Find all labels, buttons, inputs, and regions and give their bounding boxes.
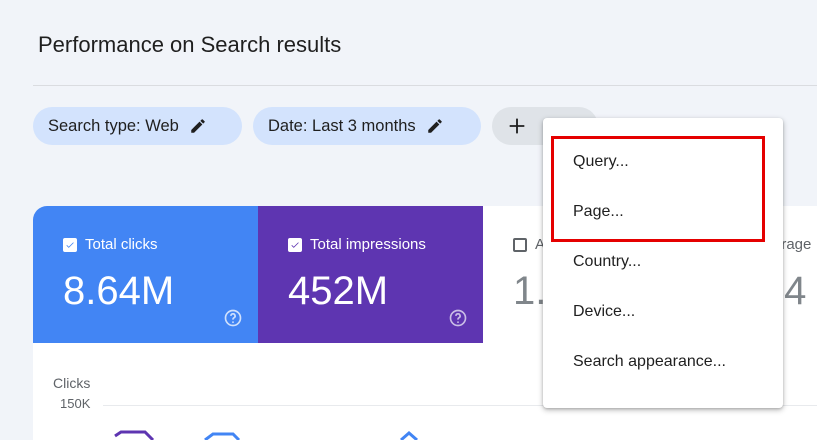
page-title: Performance on Search results: [38, 32, 342, 57]
menu-item-country[interactable]: Country...: [543, 237, 783, 287]
impressions-series-line: [114, 430, 155, 440]
add-filter-menu: Query... Page... Country... Device... Se…: [543, 118, 783, 408]
help-icon[interactable]: [223, 308, 243, 328]
checkbox-checked-icon[interactable]: [288, 237, 302, 252]
total-clicks-value: 8.64M: [63, 269, 175, 313]
header-divider: [33, 85, 817, 86]
pencil-icon[interactable]: [189, 117, 207, 135]
total-impressions-metric[interactable]: Total impressions 452M: [258, 206, 483, 343]
total-clicks-header: Total clicks: [63, 236, 158, 253]
date-filter-chip[interactable]: Date: Last 3 months: [253, 107, 481, 145]
total-clicks-label: Total clicks: [85, 236, 158, 253]
clicks-series-line: [204, 432, 241, 440]
total-clicks-metric[interactable]: Total clicks 8.64M: [33, 206, 258, 343]
checkbox-unchecked-icon[interactable]: [513, 237, 527, 252]
pencil-icon[interactable]: [426, 117, 444, 135]
date-chip-label: Date: Last 3 months: [268, 116, 416, 135]
plus-icon: [506, 115, 528, 137]
search-type-chip-label: Search type: Web: [48, 116, 179, 135]
checkbox-checked-icon[interactable]: [63, 237, 77, 252]
menu-item-query[interactable]: Query...: [543, 137, 783, 187]
chart-lines: [114, 430, 418, 440]
average-ctr-header: A: [513, 236, 545, 253]
chart-y-axis-label: Clicks: [53, 375, 91, 391]
menu-item-page[interactable]: Page...: [543, 187, 783, 237]
search-type-filter-chip[interactable]: Search type: Web: [33, 107, 242, 145]
clicks-series-line: [400, 431, 418, 440]
menu-item-device[interactable]: Device...: [543, 287, 783, 337]
average-ctr-value: 1.: [513, 269, 547, 313]
menu-item-search-appearance[interactable]: Search appearance...: [543, 337, 783, 387]
total-impressions-label: Total impressions: [310, 236, 426, 253]
total-impressions-header: Total impressions: [288, 236, 426, 253]
total-impressions-value: 452M: [288, 269, 389, 313]
help-icon[interactable]: [448, 308, 468, 328]
